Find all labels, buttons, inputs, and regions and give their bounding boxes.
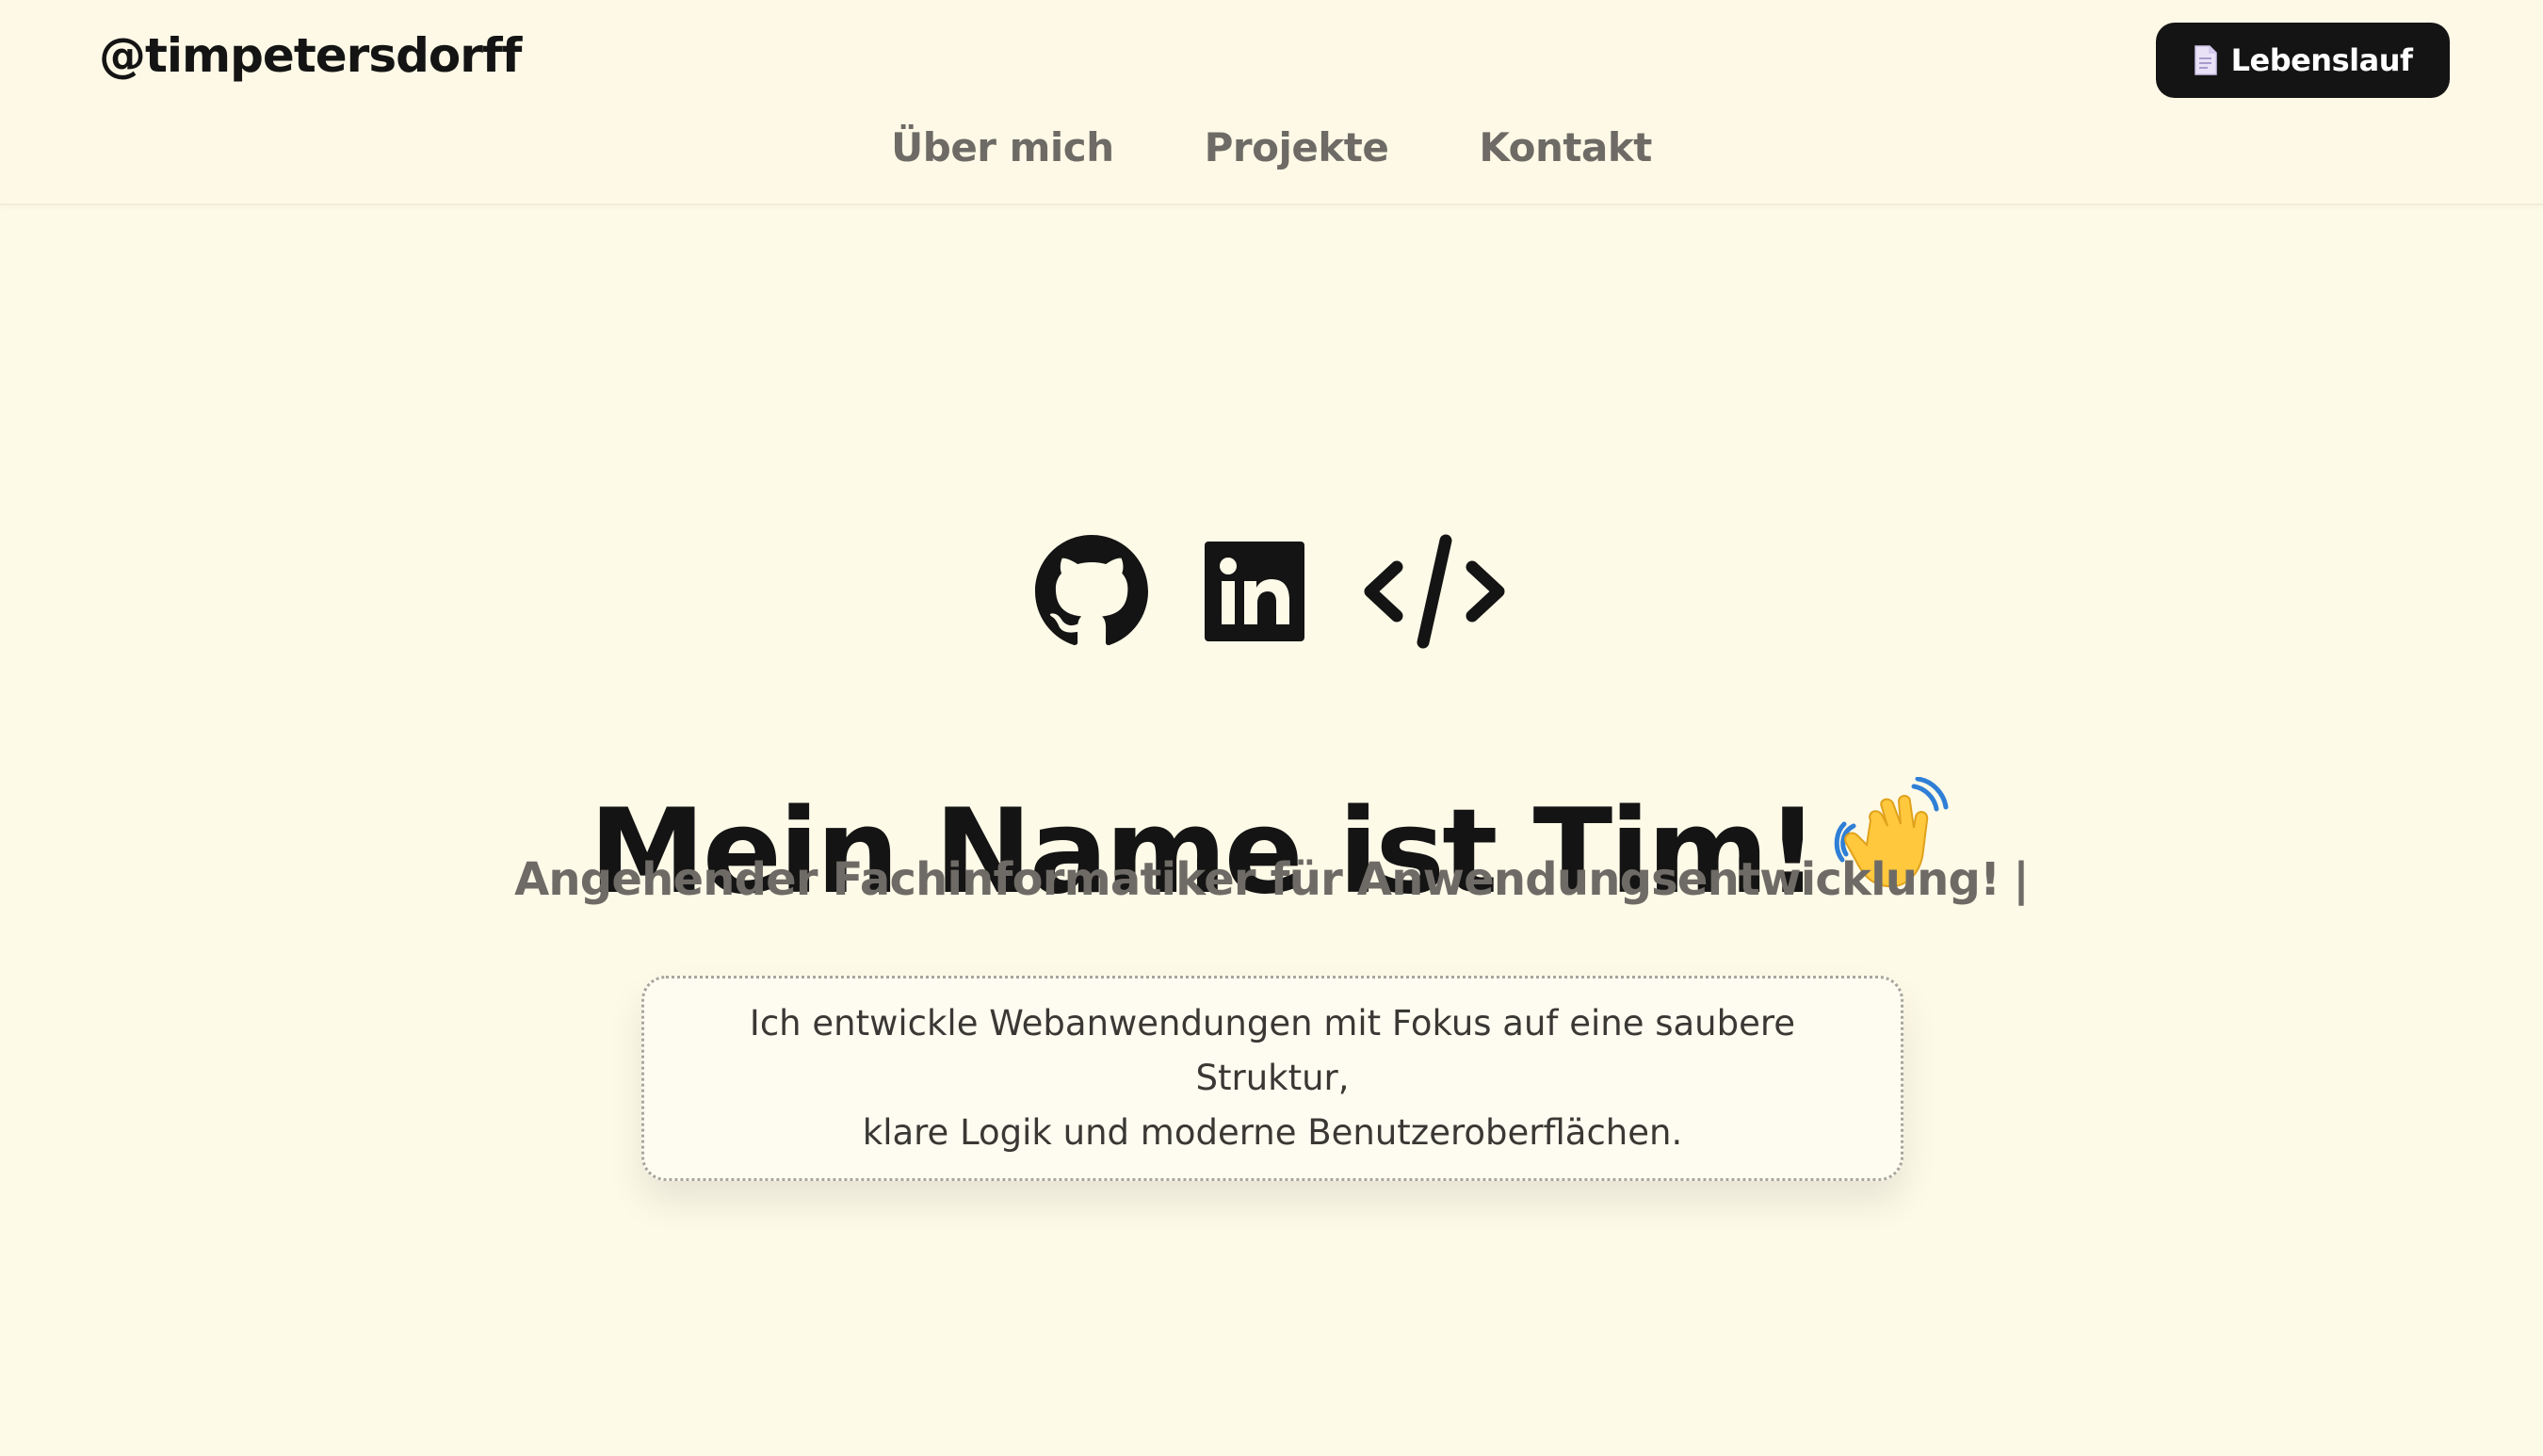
cv-button[interactable]: Lebenslauf [2156, 23, 2450, 98]
nav-link-about[interactable]: Über mich [891, 124, 1114, 170]
main-nav: Über mich Projekte Kontakt [0, 124, 2543, 170]
social-links [0, 533, 2543, 654]
intro-line-1: Ich entwickle Webanwendungen mit Fokus a… [749, 1003, 1796, 1098]
linkedin-icon[interactable] [1205, 542, 1304, 645]
code-icon[interactable] [1361, 533, 1508, 654]
subtitle-text: Angehender Fachinformatiker für Anwendun… [514, 853, 2000, 906]
document-icon [2194, 45, 2218, 75]
intro-card: Ich entwickle Webanwendungen mit Fokus a… [641, 976, 1903, 1181]
hero-subtitle: Angehender Fachinformatiker für Anwendun… [0, 853, 2543, 906]
nav-link-projects[interactable]: Projekte [1205, 124, 1389, 170]
site-header: @timpetersdorff Lebenslauf Über mich Pro… [0, 0, 2543, 205]
cv-button-label: Lebenslauf [2230, 42, 2413, 78]
brand-handle[interactable]: @timpetersdorff [99, 28, 522, 83]
nav-link-contact[interactable]: Kontakt [1479, 124, 1652, 170]
intro-text: Ich entwickle Webanwendungen mit Fokus a… [679, 996, 1866, 1160]
intro-line-2: klare Logik und moderne Benutzeroberfläc… [862, 1112, 1683, 1153]
typing-cursor: | [2013, 853, 2030, 906]
github-icon[interactable] [1035, 535, 1148, 652]
